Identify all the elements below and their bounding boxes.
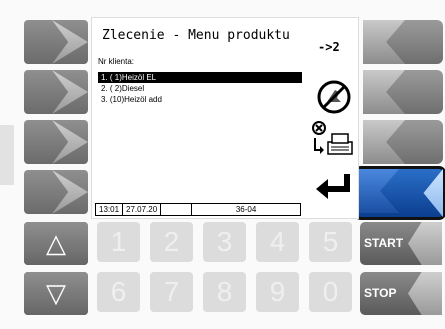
start-button[interactable]: START	[360, 222, 442, 265]
arrow-right-icon	[52, 20, 88, 64]
down-arrow-icon: ▽	[46, 278, 66, 308]
arrow-left-icon	[408, 222, 442, 265]
next-page-hint[interactable]: ->2	[318, 40, 340, 54]
left-softkey-2[interactable]	[24, 70, 88, 114]
right-softkey-1[interactable]	[363, 20, 443, 64]
key-0[interactable]: 0	[309, 272, 352, 312]
product-list: 1. ( 1)Heizöl EL 2. ( 2)Diesel 3. (10)He…	[98, 72, 302, 105]
stop-label: STOP	[364, 286, 397, 300]
key-4[interactable]: 4	[256, 222, 299, 262]
stop-button[interactable]: STOP	[360, 272, 442, 315]
status-time: 13:01	[96, 204, 124, 215]
right-softkey-2[interactable]	[363, 70, 443, 114]
arrow-left-icon	[408, 272, 442, 315]
side-tab	[0, 125, 14, 185]
left-softkey-4[interactable]	[24, 170, 88, 214]
arrow-left-icon	[357, 169, 399, 213]
key-1[interactable]: 1	[97, 222, 140, 262]
left-softkey-3[interactable]	[24, 120, 88, 164]
key-8[interactable]: 8	[203, 272, 246, 312]
terminal-frame: Zlecenie - Menu produktu ->2 Nr klienta:…	[0, 0, 445, 329]
key-2[interactable]: 2	[150, 222, 193, 262]
arrow-right-icon	[52, 70, 88, 114]
arrow-left-icon	[363, 120, 405, 164]
cancel-print-icon	[312, 121, 353, 155]
enter-arrow-icon	[316, 174, 350, 199]
status-bar: 13:01 27.07.20 36-04	[95, 203, 301, 216]
arrow-right-icon	[52, 170, 88, 214]
down-button[interactable]: ▽	[24, 272, 88, 315]
start-label: START	[364, 236, 404, 250]
arrow-left-icon	[363, 70, 405, 114]
left-softkey-1[interactable]	[24, 20, 88, 64]
up-button[interactable]: △	[24, 222, 88, 265]
key-3[interactable]: 3	[203, 222, 246, 262]
key-5[interactable]: 5	[309, 222, 352, 262]
key-6[interactable]: 6	[97, 272, 140, 312]
status-blank	[161, 204, 193, 215]
product-row[interactable]: 2. ( 2)Diesel	[98, 83, 302, 94]
arrow-right-icon	[52, 120, 88, 164]
arrow-tip-icon	[423, 169, 443, 217]
arrow-left-icon	[363, 20, 405, 64]
key-9[interactable]: 9	[256, 272, 299, 312]
key-7[interactable]: 7	[150, 272, 193, 312]
product-row[interactable]: 1. ( 1)Heizöl EL	[98, 72, 302, 83]
display-screen: Zlecenie - Menu produktu ->2 Nr klienta:…	[91, 17, 359, 219]
screen-title: Zlecenie - Menu produktu	[102, 28, 290, 43]
status-code: 36-04	[235, 205, 257, 214]
product-row[interactable]: 3. (10)Heizöl add	[98, 94, 302, 105]
right-softkey-3[interactable]	[363, 120, 443, 164]
up-arrow-icon: △	[46, 228, 66, 258]
status-date: 27.07.20	[123, 204, 162, 215]
client-label: Nr klienta:	[98, 57, 135, 66]
no-pump-icon	[317, 80, 351, 114]
right-softkey-4-active[interactable]	[354, 166, 445, 220]
